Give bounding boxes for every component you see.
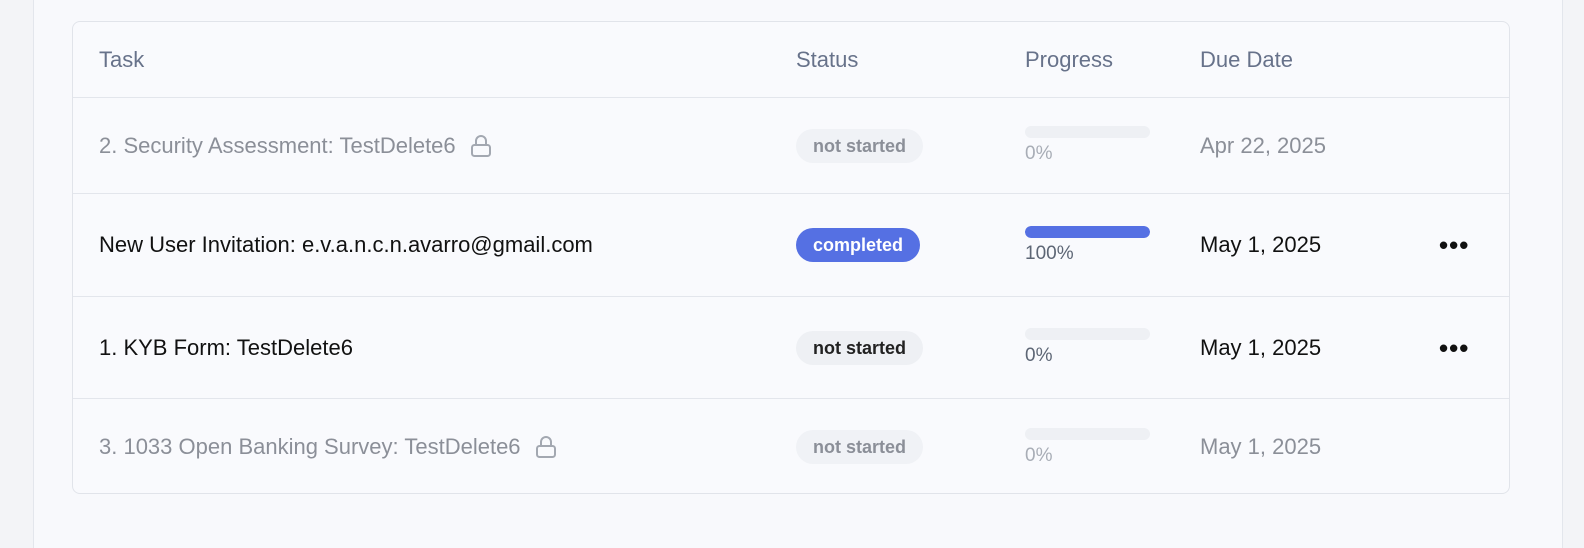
column-header-status: Status [796,46,859,72]
task-name[interactable]: New User Invitation: e.v.a.n.c.n.avarro@… [99,232,593,258]
due-date: May 1, 2025 [1200,232,1322,257]
status-badge: not started [796,128,924,163]
due-date: Apr 22, 2025 [1200,132,1326,158]
due-date: May 1, 2025 [1200,434,1322,459]
progress-bar [1025,328,1150,340]
progress-label: 0% [1025,345,1053,366]
lock-icon [470,134,492,158]
progress-label: 0% [1025,143,1053,164]
task-name: 2. Security Assessment: TestDelete6 [99,132,456,158]
table-row: 3. 1033 Open Banking Survey: TestDelete6… [73,399,1509,493]
table-row[interactable]: 1. KYB Form: TestDelete6 not started 0% … [73,297,1509,399]
table-row[interactable]: New User Invitation: e.v.a.n.c.n.avarro@… [73,194,1509,297]
status-badge: not started [796,430,924,464]
table-header: Task Status Progress Due Date [73,22,1509,98]
table-row: 2. Security Assessment: TestDelete6 not … [73,98,1509,194]
lock-icon [535,435,557,459]
tasks-table: Task Status Progress Due Date 2. Securit… [72,21,1510,494]
due-date: May 1, 2025 [1200,334,1322,360]
status-badge: completed [796,228,921,262]
progress-bar [1025,427,1150,440]
progress-label: 100% [1025,242,1074,264]
task-name[interactable]: 1. KYB Form: TestDelete6 [99,335,353,361]
progress-bar [1025,225,1150,238]
column-header-progress: Progress [1025,46,1114,72]
content-panel: Task Status Progress Due Date 2. Securit… [33,0,1563,548]
column-header-task: Task [99,46,145,72]
progress-bar [1025,126,1150,138]
progress-label: 0% [1025,444,1053,466]
task-name: 3. 1033 Open Banking Survey: TestDelete6 [99,434,521,459]
column-header-due-date: Due Date [1200,46,1293,72]
status-badge: not started [796,330,924,365]
more-horizontal-icon[interactable]: ••• [1439,232,1469,258]
more-horizontal-icon[interactable]: ••• [1439,335,1469,361]
